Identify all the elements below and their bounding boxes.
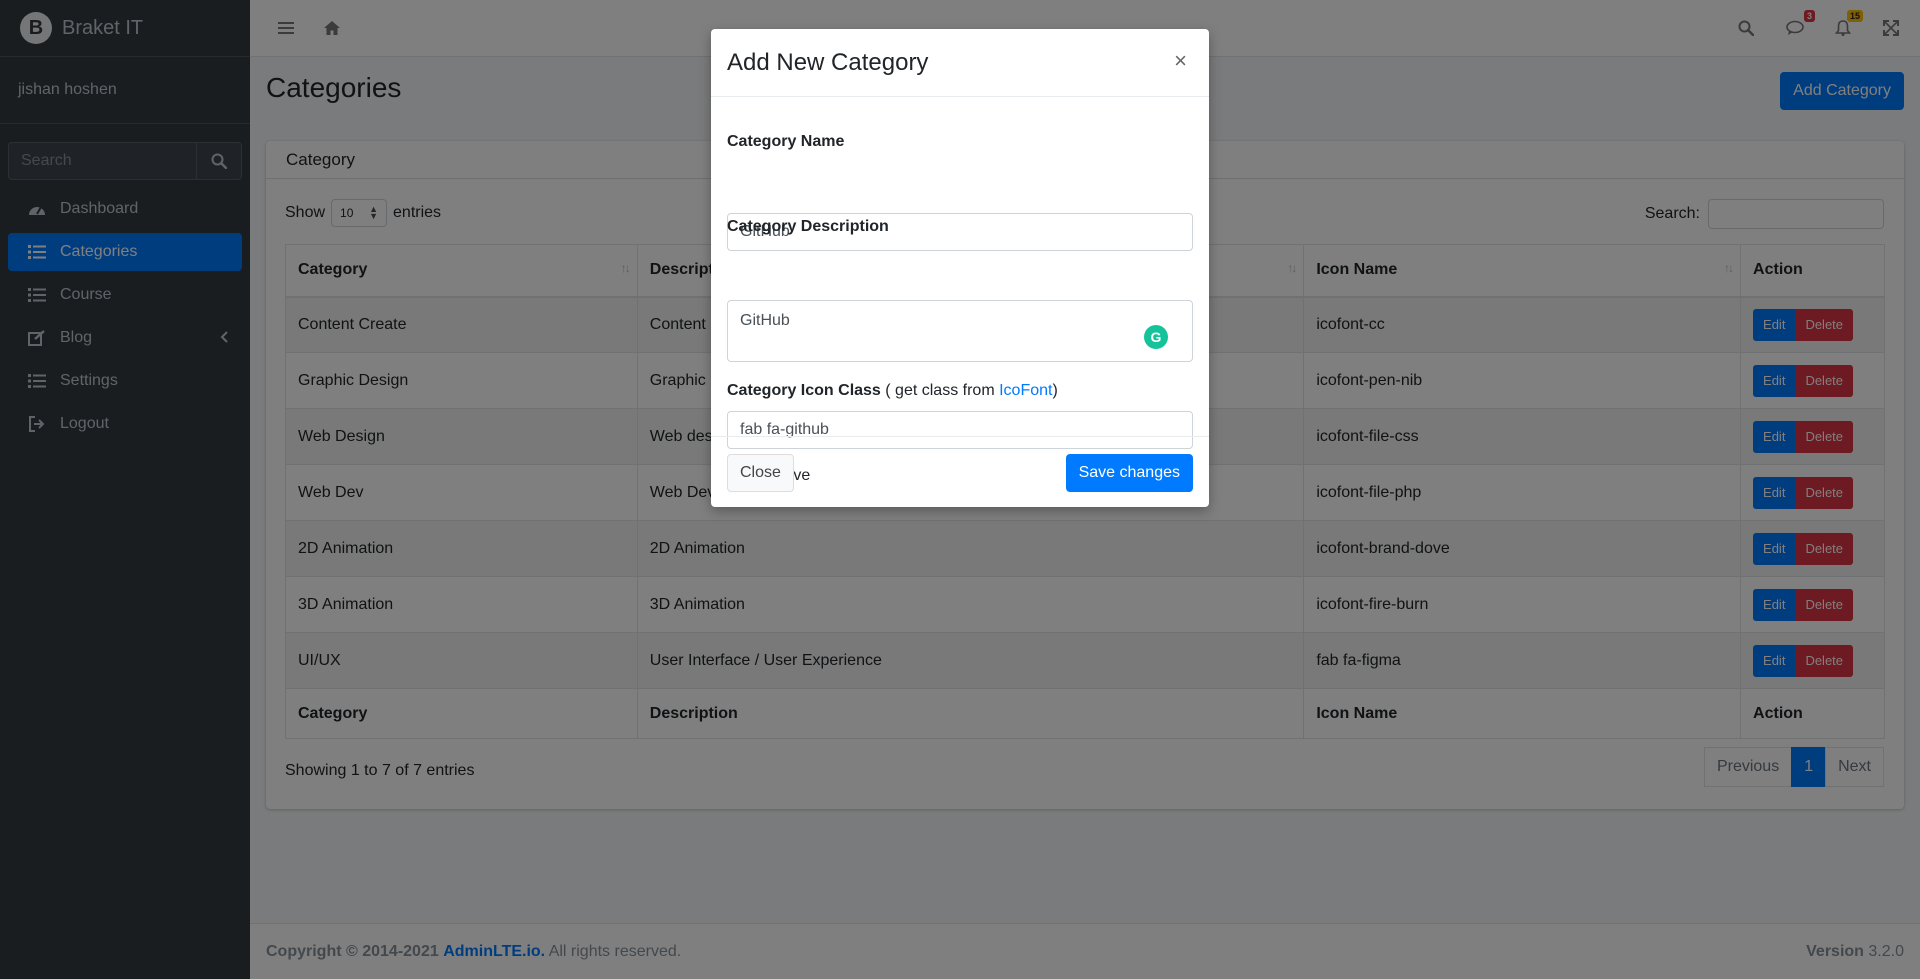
save-changes-button[interactable]: Save changes bbox=[1065, 454, 1193, 492]
modal-header: Add New Category × bbox=[711, 29, 1209, 97]
grammarly-icon[interactable]: G bbox=[1144, 325, 1168, 349]
category-description-textarea[interactable]: GitHub bbox=[727, 300, 1193, 362]
category-name-label: Category Name bbox=[727, 133, 845, 150]
close-icon[interactable]: × bbox=[1168, 47, 1193, 75]
icofont-link[interactable]: IcoFont bbox=[999, 382, 1052, 399]
modal-footer: Close Save changes bbox=[711, 436, 1209, 507]
close-button[interactable]: Close bbox=[727, 454, 794, 492]
category-icon-class-label: Category Icon Class ( get class from Ico… bbox=[727, 382, 1058, 399]
modal-title: Add New Category bbox=[727, 48, 929, 76]
add-category-modal: Add New Category × Category Name Categor… bbox=[711, 29, 1209, 507]
category-description-label: Category Description bbox=[727, 218, 889, 235]
